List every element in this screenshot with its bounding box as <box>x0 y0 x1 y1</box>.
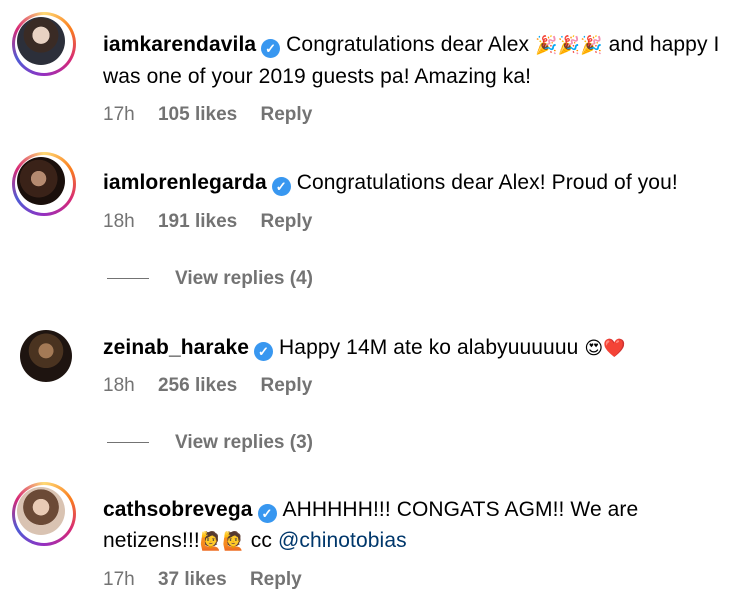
comment-meta: 17h 37 likes Reply <box>103 569 320 591</box>
username-link[interactable]: zeinab_harake <box>103 336 249 359</box>
username-link[interactable]: iamkarendavila <box>103 33 256 56</box>
comment-time: 18h <box>103 211 135 232</box>
avatar <box>17 17 65 65</box>
person-raising-hand-emoji: 🙋🙋 <box>199 531 245 552</box>
divider-line <box>107 442 149 444</box>
comment-text: iamkarendavila ✓ Congratulations dear Alex… <box>103 33 720 88</box>
comment-time: 18h <box>103 375 135 396</box>
story-ring-avatar[interactable] <box>12 12 76 76</box>
comment-time: 17h <box>103 569 135 590</box>
verified-badge-icon: ✓ <box>254 342 274 361</box>
party-popper-emoji: 🎉🎉🎉 <box>535 35 603 56</box>
comment-meta: 18h 191 likes Reply <box>103 211 330 233</box>
comment-text: zeinab_harake ✓ Happy 14M ate ko alabyuuuu… <box>103 336 626 361</box>
comment-meta: 18h 256 likes Reply <box>103 375 330 397</box>
divider-line <box>107 278 149 280</box>
likes-count[interactable]: 105 likes <box>158 104 237 125</box>
view-replies-button[interactable]: View replies (3) <box>107 432 313 454</box>
likes-count[interactable]: 37 likes <box>158 569 227 590</box>
comment-text: iamlorenlegarda ✓ Congratulations dear Ale… <box>103 171 678 196</box>
mention-link[interactable]: @chinotobias <box>278 529 407 552</box>
reply-button[interactable]: Reply <box>261 104 313 125</box>
heart-eyes-emoji: 😍❤️ <box>584 338 626 359</box>
verified-badge-icon: ✓ <box>271 177 291 196</box>
story-ring-avatar[interactable] <box>12 482 76 546</box>
reply-button[interactable]: Reply <box>250 569 302 590</box>
reply-button[interactable]: Reply <box>261 375 313 396</box>
verified-badge-icon: ✓ <box>257 504 277 523</box>
avatar <box>17 487 65 535</box>
comment-meta: 17h 105 likes Reply <box>103 104 330 126</box>
verified-badge-icon: ✓ <box>261 39 281 58</box>
reply-button[interactable]: Reply <box>261 211 313 232</box>
username-link[interactable]: cathsobrevega <box>103 498 253 521</box>
comment-text: cathsobrevega ✓ AHHHHH!!! CONGATS AGM!! We… <box>103 498 639 552</box>
likes-count[interactable]: 191 likes <box>158 211 237 232</box>
avatar[interactable] <box>20 330 72 382</box>
comment-time: 17h <box>103 104 135 125</box>
username-link[interactable]: iamlorenlegarda <box>103 171 267 194</box>
likes-count[interactable]: 256 likes <box>158 375 237 396</box>
story-ring-avatar[interactable] <box>12 152 76 216</box>
avatar <box>17 157 65 205</box>
view-replies-button[interactable]: View replies (4) <box>107 268 313 290</box>
